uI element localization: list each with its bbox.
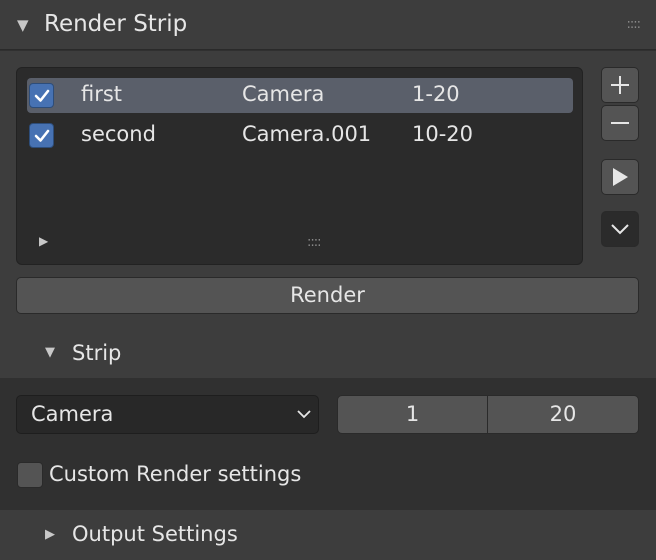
enabled-checkbox[interactable] [29,123,54,148]
triangle-down-icon[interactable]: ▼ [17,16,29,34]
frame-range-field: 1 20 [337,395,639,434]
drag-grip-icon[interactable]: :::: [626,18,640,31]
triangle-right-icon[interactable]: ▶ [45,527,55,542]
triangle-down-icon[interactable]: ▼ [45,345,55,360]
custom-render-settings-toggle[interactable]: Custom Render settings [16,461,416,491]
enabled-checkbox[interactable] [29,83,54,108]
frame-start-field[interactable]: 1 [338,396,488,433]
checkmark-icon [34,129,50,142]
strip-frame-range: 1-20 [412,82,460,106]
output-settings-title: Output Settings [72,522,238,546]
list-item-first[interactable]: first Camera 1-20 [27,78,573,113]
plus-icon [611,76,629,94]
output-settings-header[interactable]: ▶ Output Settings [0,510,656,560]
frame-end-field[interactable]: 20 [488,396,638,433]
checkmark-icon [34,89,50,102]
strip-camera: Camera.001 [242,122,372,146]
strip-subpanel-title: Strip [72,341,122,365]
strip-camera: Camera [242,82,325,106]
render-strip-panel-body: first Camera 1-20 second Camera.001 10-2… [0,51,656,378]
list-resize-grip-icon[interactable]: :::: [307,236,321,249]
strip-list: first Camera 1-20 second Camera.001 10-2… [16,67,583,265]
chevron-down-icon [297,410,311,419]
list-item-second[interactable]: second Camera.001 10-20 [27,118,573,153]
strip-subpanel-header[interactable]: ▼ Strip [0,329,656,377]
camera-select-value: Camera [31,402,114,426]
render-button[interactable]: Render [16,277,639,314]
strip-frame-range: 10-20 [412,122,474,146]
list-menu-button[interactable] [601,211,639,247]
custom-render-label: Custom Render settings [49,462,302,486]
strip-subpanel-body: Camera 1 20 Custom Render settings [0,379,656,510]
strip-name: first [81,82,123,106]
minus-icon [611,122,629,124]
panel-title: Render Strip [44,11,188,37]
chevron-down-icon [611,224,629,235]
play-button[interactable] [601,159,639,195]
strip-name: second [81,122,156,146]
remove-strip-button[interactable] [601,105,639,141]
camera-select[interactable]: Camera [16,395,319,434]
render-strip-panel-header[interactable]: ▼ Render Strip :::: [0,0,656,50]
custom-render-checkbox[interactable] [17,462,43,488]
filter-expand-icon[interactable]: ▶ [39,234,48,248]
play-icon [613,168,628,186]
add-strip-button[interactable] [601,67,639,103]
